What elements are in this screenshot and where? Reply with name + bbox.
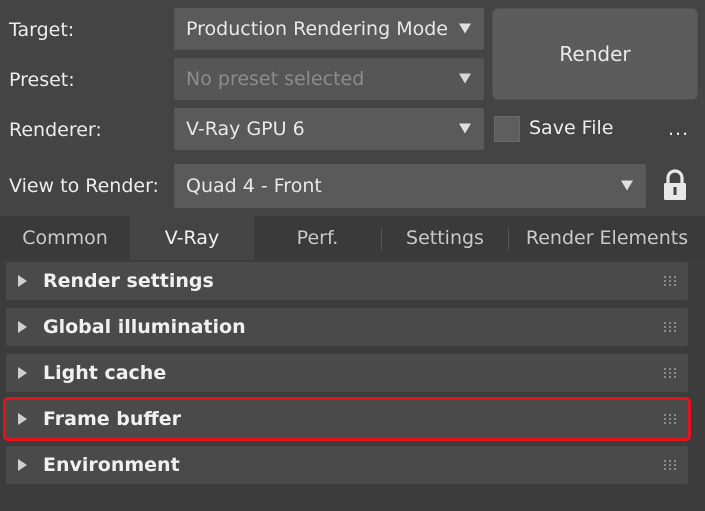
target-value: Production Rendering Mode — [186, 18, 448, 40]
tab-common-label: Common — [22, 227, 108, 249]
triangle-right-icon — [18, 275, 27, 287]
view-to-render-value: Quad 4 - Front — [186, 175, 322, 197]
view-to-render-dropdown[interactable]: Quad 4 - Front — [174, 164, 646, 208]
triangle-right-icon — [18, 413, 27, 425]
triangle-down-icon — [459, 123, 471, 134]
rollout-label: Environment — [43, 454, 180, 476]
grip-dots-icon[interactable] — [664, 367, 676, 379]
vray-rollout-panel: Render settings Global illumination Ligh… — [0, 260, 705, 511]
grip-dots-icon[interactable] — [664, 321, 676, 333]
target-label: Target: — [9, 19, 75, 41]
tab-render-elements-label: Render Elements — [525, 227, 689, 249]
target-dropdown[interactable]: Production Rendering Mode — [174, 8, 484, 50]
tab-settings-label: Settings — [406, 227, 484, 249]
tab-render-elements[interactable]: Render Elements — [509, 216, 705, 260]
lock-icon[interactable] — [662, 168, 688, 202]
rollout-light-cache[interactable]: Light cache — [6, 354, 688, 392]
renderer-value: V-Ray GPU 6 — [186, 118, 305, 140]
tab-vray-label: V-Ray — [164, 227, 220, 249]
rollout-label: Light cache — [43, 362, 167, 384]
grip-dots-icon[interactable] — [664, 459, 676, 471]
triangle-right-icon — [18, 459, 27, 471]
tab-vray[interactable]: V-Ray — [130, 216, 254, 260]
preset-value: No preset selected — [186, 68, 365, 90]
tab-perf[interactable]: Perf. — [254, 216, 381, 260]
rollout-frame-buffer[interactable]: Frame buffer — [3, 397, 691, 441]
triangle-right-icon — [18, 367, 27, 379]
grip-dots-icon[interactable] — [664, 275, 676, 287]
rollout-environment[interactable]: Environment — [6, 446, 688, 484]
renderer-dropdown[interactable]: V-Ray GPU 6 — [174, 108, 484, 150]
tab-perf-label: Perf. — [296, 227, 339, 249]
rollout-label: Frame buffer — [43, 408, 182, 430]
triangle-down-icon — [459, 23, 471, 34]
triangle-right-icon — [18, 321, 27, 333]
renderer-label: Renderer: — [9, 119, 102, 141]
render-setup-header: Target: Production Rendering Mode Preset… — [0, 0, 705, 216]
rollout-label: Render settings — [43, 270, 214, 292]
preset-dropdown[interactable]: No preset selected — [174, 58, 484, 100]
tab-bar: Common V-Ray Perf. Settings Render Eleme… — [0, 216, 705, 260]
tab-settings[interactable]: Settings — [382, 216, 508, 260]
render-button[interactable]: Render — [492, 8, 698, 100]
preset-label: Preset: — [9, 69, 75, 91]
view-to-render-label: View to Render: — [9, 175, 159, 197]
triangle-down-icon — [621, 180, 633, 191]
rollout-global-illumination[interactable]: Global illumination — [6, 308, 688, 346]
triangle-down-icon — [459, 73, 471, 84]
tab-common[interactable]: Common — [0, 216, 130, 260]
rollout-label: Global illumination — [43, 316, 246, 338]
save-file-checkbox[interactable] — [494, 116, 520, 142]
render-button-label: Render — [559, 42, 631, 66]
more-options-button[interactable]: ... — [668, 118, 689, 140]
grip-dots-icon[interactable] — [664, 413, 676, 425]
rollout-render-settings[interactable]: Render settings — [6, 262, 688, 300]
save-file-label: Save File — [529, 117, 614, 139]
